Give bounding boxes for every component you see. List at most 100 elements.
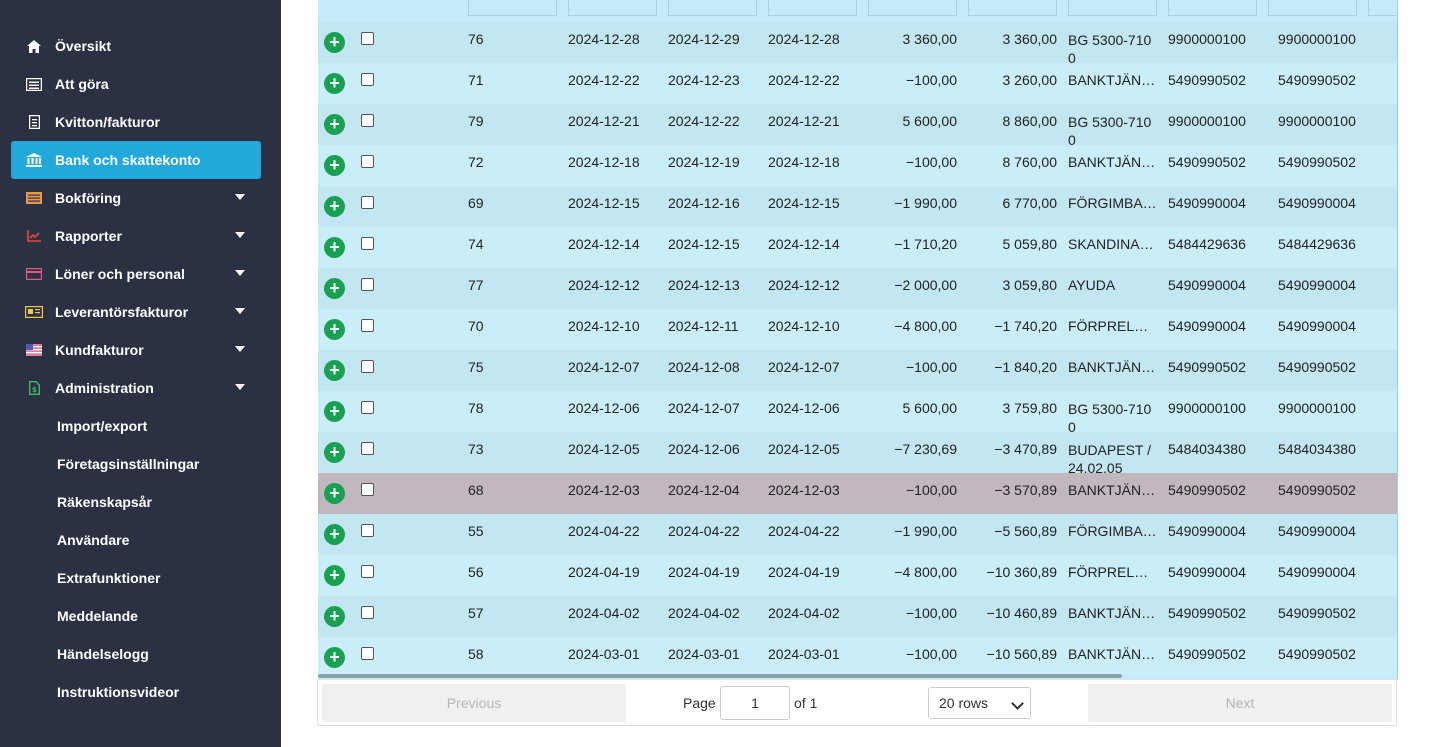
table-row[interactable]: +58 2024-03-01 2024-03-01 2024-03-01 −100,00… xyxy=(318,637,1397,678)
table-row[interactable]: +72 2024-12-18 2024-12-19 2024-12-18 −100,00… xyxy=(318,145,1397,186)
row-checkbox[interactable] xyxy=(361,647,374,660)
column-filter-input[interactable] xyxy=(968,0,1057,16)
table-row[interactable]: +75 2024-12-07 2024-12-08 2024-12-07 −100,00… xyxy=(318,350,1397,391)
column-filter-input[interactable] xyxy=(668,0,757,16)
cell-d3: 2024-04-02 xyxy=(768,605,840,621)
next-button[interactable]: Next xyxy=(1088,684,1392,722)
sidebar-item-bank-och-skattekonto[interactable]: Bank och skattekonto xyxy=(11,141,261,179)
cell-amount: −2 000,00 xyxy=(894,277,957,293)
row-checkbox[interactable] xyxy=(361,155,374,168)
cell-acc1: 5490990502 xyxy=(1168,605,1246,621)
horizontal-scrollbar[interactable] xyxy=(318,674,1122,678)
row-checkbox[interactable] xyxy=(361,360,374,373)
table-row[interactable]: +76 2024-12-28 2024-12-29 2024-12-28 3 360,0… xyxy=(318,22,1397,63)
cell-text: BANKTJÄN… xyxy=(1068,359,1156,375)
plus-circle-icon[interactable]: + xyxy=(324,401,345,422)
cell-d2: 2024-12-23 xyxy=(668,72,740,88)
cell-balance: 5 059,80 xyxy=(1002,236,1058,252)
row-checkbox[interactable] xyxy=(361,73,374,86)
table-row[interactable]: +56 2024-04-19 2024-04-19 2024-04-19 −4 800,… xyxy=(318,555,1397,596)
table-row[interactable]: +70 2024-12-10 2024-12-11 2024-12-10 −4 800,… xyxy=(318,309,1397,350)
row-checkbox[interactable] xyxy=(361,114,374,127)
table-row[interactable]: +71 2024-12-22 2024-12-23 2024-12-22 −100,00… xyxy=(318,63,1397,104)
previous-button[interactable]: Previous xyxy=(322,684,626,722)
cell-amount: −100,00 xyxy=(906,605,957,621)
column-filter-input[interactable] xyxy=(1068,0,1157,16)
table-row[interactable]: +57 2024-04-02 2024-04-02 2024-04-02 −100,00… xyxy=(318,596,1397,637)
table-row[interactable]: +55 2024-04-22 2024-04-22 2024-04-22 −1 990,… xyxy=(318,514,1397,555)
sidebar-item-räkenskapsår[interactable]: Räkenskapsår xyxy=(11,483,261,521)
plus-circle-icon[interactable]: + xyxy=(324,360,345,381)
table-row[interactable]: +68 2024-12-03 2024-12-04 2024-12-03 −100,00… xyxy=(318,473,1397,514)
plus-circle-icon[interactable]: + xyxy=(324,73,345,94)
sidebar-item-översikt[interactable]: Översikt xyxy=(11,27,261,65)
cell-d2: 2024-12-04 xyxy=(668,482,740,498)
plus-circle-icon[interactable]: + xyxy=(324,565,345,586)
column-filter-input[interactable] xyxy=(868,0,957,16)
plus-circle-icon[interactable]: + xyxy=(324,319,345,340)
sidebar-item-bokföring[interactable]: Bokföring xyxy=(11,179,261,217)
cell-d2: 2024-12-07 xyxy=(668,400,740,416)
sidebar-item-användare[interactable]: Användare xyxy=(11,521,261,559)
rows-per-page-select[interactable]: 20 rows xyxy=(928,687,1031,719)
sidebar-item-kundfakturor[interactable]: Kundfakturor xyxy=(11,331,261,369)
table-row[interactable]: +78 2024-12-06 2024-12-07 2024-12-06 5 600,0… xyxy=(318,391,1397,432)
sidebar: Översikt Att göra Kvitton/fakturor Bank och… xyxy=(0,0,281,747)
column-filter-input[interactable] xyxy=(568,0,657,16)
page-number-input[interactable] xyxy=(720,686,790,720)
sidebar-item-löner-och-personal[interactable]: Löner och personal xyxy=(11,255,261,293)
column-filter-input[interactable] xyxy=(1268,0,1357,16)
sidebar-item-kvitton-fakturor[interactable]: Kvitton/fakturor xyxy=(11,103,261,141)
cell-amount: −4 800,00 xyxy=(894,318,957,334)
row-checkbox[interactable] xyxy=(361,606,374,619)
sidebar-item-extrafunktioner[interactable]: Extrafunktioner xyxy=(11,559,261,597)
sidebar-item-företagsinställningar[interactable]: Företagsinställningar xyxy=(11,445,261,483)
plus-circle-icon[interactable]: + xyxy=(324,647,345,668)
column-filter-input[interactable] xyxy=(768,0,857,16)
sidebar-item-label: Extrafunktioner xyxy=(57,570,161,586)
sidebar-item-händelselogg[interactable]: Händelselogg xyxy=(11,635,261,673)
row-checkbox[interactable] xyxy=(361,442,374,455)
sidebar-item-administration[interactable]: $ Administration xyxy=(11,369,261,407)
row-checkbox[interactable] xyxy=(361,237,374,250)
table-row[interactable]: +69 2024-12-15 2024-12-16 2024-12-15 −1 990,… xyxy=(318,186,1397,227)
plus-circle-icon[interactable]: + xyxy=(324,524,345,545)
plus-circle-icon[interactable]: + xyxy=(324,278,345,299)
plus-circle-icon[interactable]: + xyxy=(324,442,345,463)
sidebar-item-label: Rapporter xyxy=(55,228,122,244)
table-row[interactable]: +73 2024-12-05 2024-12-06 2024-12-05 −7 230,… xyxy=(318,432,1397,473)
sidebar-item-att-göra[interactable]: Att göra xyxy=(11,65,261,103)
row-checkbox[interactable] xyxy=(361,196,374,209)
table-row[interactable]: +74 2024-12-14 2024-12-15 2024-12-14 −1 710,… xyxy=(318,227,1397,268)
cell-amount: −100,00 xyxy=(906,154,957,170)
sidebar-item-rapporter[interactable]: Rapporter xyxy=(11,217,261,255)
sidebar-item-leverantörsfakturor[interactable]: Leverantörsfakturor xyxy=(11,293,261,331)
row-checkbox[interactable] xyxy=(361,483,374,496)
caret-down-icon xyxy=(235,308,245,314)
sidebar-item-instruktionsvideor[interactable]: Instruktionsvideor xyxy=(11,673,261,711)
row-checkbox[interactable] xyxy=(361,524,374,537)
sidebar-item-meddelande[interactable]: Meddelande xyxy=(11,597,261,635)
row-checkbox[interactable] xyxy=(361,565,374,578)
column-filter-input[interactable] xyxy=(1368,0,1397,16)
plus-circle-icon[interactable]: + xyxy=(324,483,345,504)
sidebar-item-label: Leverantörsfakturor xyxy=(55,304,189,320)
table-row[interactable]: +79 2024-12-21 2024-12-22 2024-12-21 5 600,0… xyxy=(318,104,1397,145)
cell-amount: −7 230,69 xyxy=(894,441,957,457)
row-checkbox[interactable] xyxy=(361,319,374,332)
cell-id: 56 xyxy=(468,564,484,580)
plus-circle-icon[interactable]: + xyxy=(324,237,345,258)
plus-circle-icon[interactable]: + xyxy=(324,114,345,135)
plus-circle-icon[interactable]: + xyxy=(324,196,345,217)
column-filter-input[interactable] xyxy=(1168,0,1257,16)
plus-circle-icon[interactable]: + xyxy=(324,32,345,53)
plus-circle-icon[interactable]: + xyxy=(324,155,345,176)
sidebar-item-import-export[interactable]: Import/export xyxy=(11,407,261,445)
row-checkbox[interactable] xyxy=(361,32,374,45)
cell-d1: 2024-12-07 xyxy=(568,359,640,375)
row-checkbox[interactable] xyxy=(361,278,374,291)
plus-circle-icon[interactable]: + xyxy=(324,606,345,627)
row-checkbox[interactable] xyxy=(361,401,374,414)
table-row[interactable]: +77 2024-12-12 2024-12-13 2024-12-12 −2 000,… xyxy=(318,268,1397,309)
column-filter-input[interactable] xyxy=(468,0,557,16)
